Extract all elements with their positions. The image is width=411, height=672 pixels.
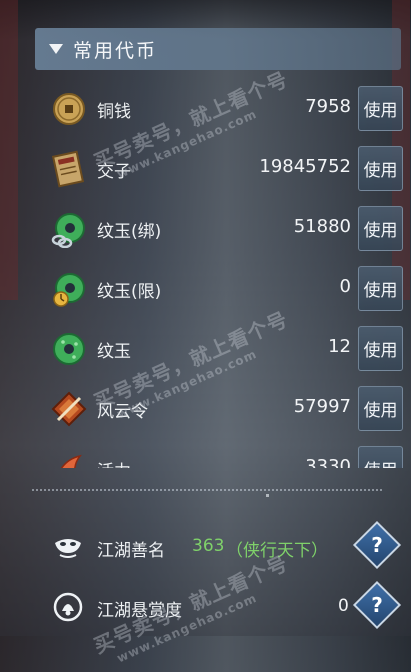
help-button[interactable]: ? bbox=[352, 520, 402, 570]
currency-row: 活力 3330 使用 bbox=[0, 438, 411, 468]
reputation-label: 江湖善名 bbox=[97, 541, 165, 561]
reputation-value: 0 bbox=[338, 596, 349, 616]
use-button[interactable]: 使用 bbox=[358, 86, 403, 131]
currency-amount: 12 bbox=[328, 336, 351, 357]
use-button[interactable]: 使用 bbox=[358, 266, 403, 311]
currency-row: 纹玉(限) 0 使用 bbox=[0, 258, 411, 318]
use-button[interactable]: 使用 bbox=[358, 446, 403, 468]
section-divider bbox=[32, 489, 382, 491]
scroll-indicator bbox=[266, 494, 269, 497]
fengyun-token-icon bbox=[51, 391, 87, 427]
currency-name: 活力 bbox=[97, 457, 131, 468]
currency-amount: 3330 bbox=[305, 456, 351, 468]
currency-name: 纹玉(限) bbox=[97, 282, 162, 302]
paper-note-icon bbox=[51, 150, 85, 188]
currency-row: 纹玉(绑) 51880 使用 bbox=[0, 198, 411, 258]
section-title: 常用代币 bbox=[73, 39, 158, 62]
currency-amount: 0 bbox=[339, 276, 351, 297]
currency-amount: 51880 bbox=[293, 216, 351, 237]
section-header-common-currency[interactable]: 常用代币 bbox=[35, 28, 401, 70]
use-button[interactable]: 使用 bbox=[358, 206, 403, 251]
currency-amount: 7958 bbox=[305, 96, 351, 117]
currency-name: 纹玉 bbox=[97, 342, 131, 362]
currency-row: 交子 19845752 使用 bbox=[0, 138, 411, 198]
currency-name: 铜钱 bbox=[97, 102, 131, 122]
reputation-value: 363 bbox=[192, 536, 225, 556]
collapse-triangle-icon bbox=[49, 44, 63, 54]
jade-limited-icon bbox=[53, 273, 85, 307]
use-button[interactable]: 使用 bbox=[358, 146, 403, 191]
currency-row: 风云令 57997 使用 bbox=[0, 378, 411, 438]
use-button[interactable]: 使用 bbox=[358, 326, 403, 371]
vitality-icon bbox=[60, 454, 82, 468]
currency-name: 纹玉(绑) bbox=[97, 222, 162, 242]
jade-icon bbox=[53, 333, 85, 365]
jade-bound-icon bbox=[51, 213, 85, 248]
currency-panel: 常用代币 铜钱 7958 使用 交子 19845752 使用 纹玉(绑) 518… bbox=[0, 0, 411, 665]
reputation-row-good-name: 江湖善名 363 （侠行天下） ? bbox=[0, 520, 411, 572]
copper-coin-icon bbox=[53, 93, 85, 125]
use-button[interactable]: 使用 bbox=[358, 386, 403, 431]
mask-icon bbox=[55, 539, 81, 558]
question-icon: ? bbox=[371, 593, 383, 617]
question-icon: ? bbox=[371, 533, 383, 557]
bounty-icon bbox=[53, 592, 83, 622]
help-button[interactable]: ? bbox=[352, 580, 402, 630]
currency-amount: 57997 bbox=[293, 396, 351, 417]
currency-amount: 19845752 bbox=[259, 156, 351, 177]
